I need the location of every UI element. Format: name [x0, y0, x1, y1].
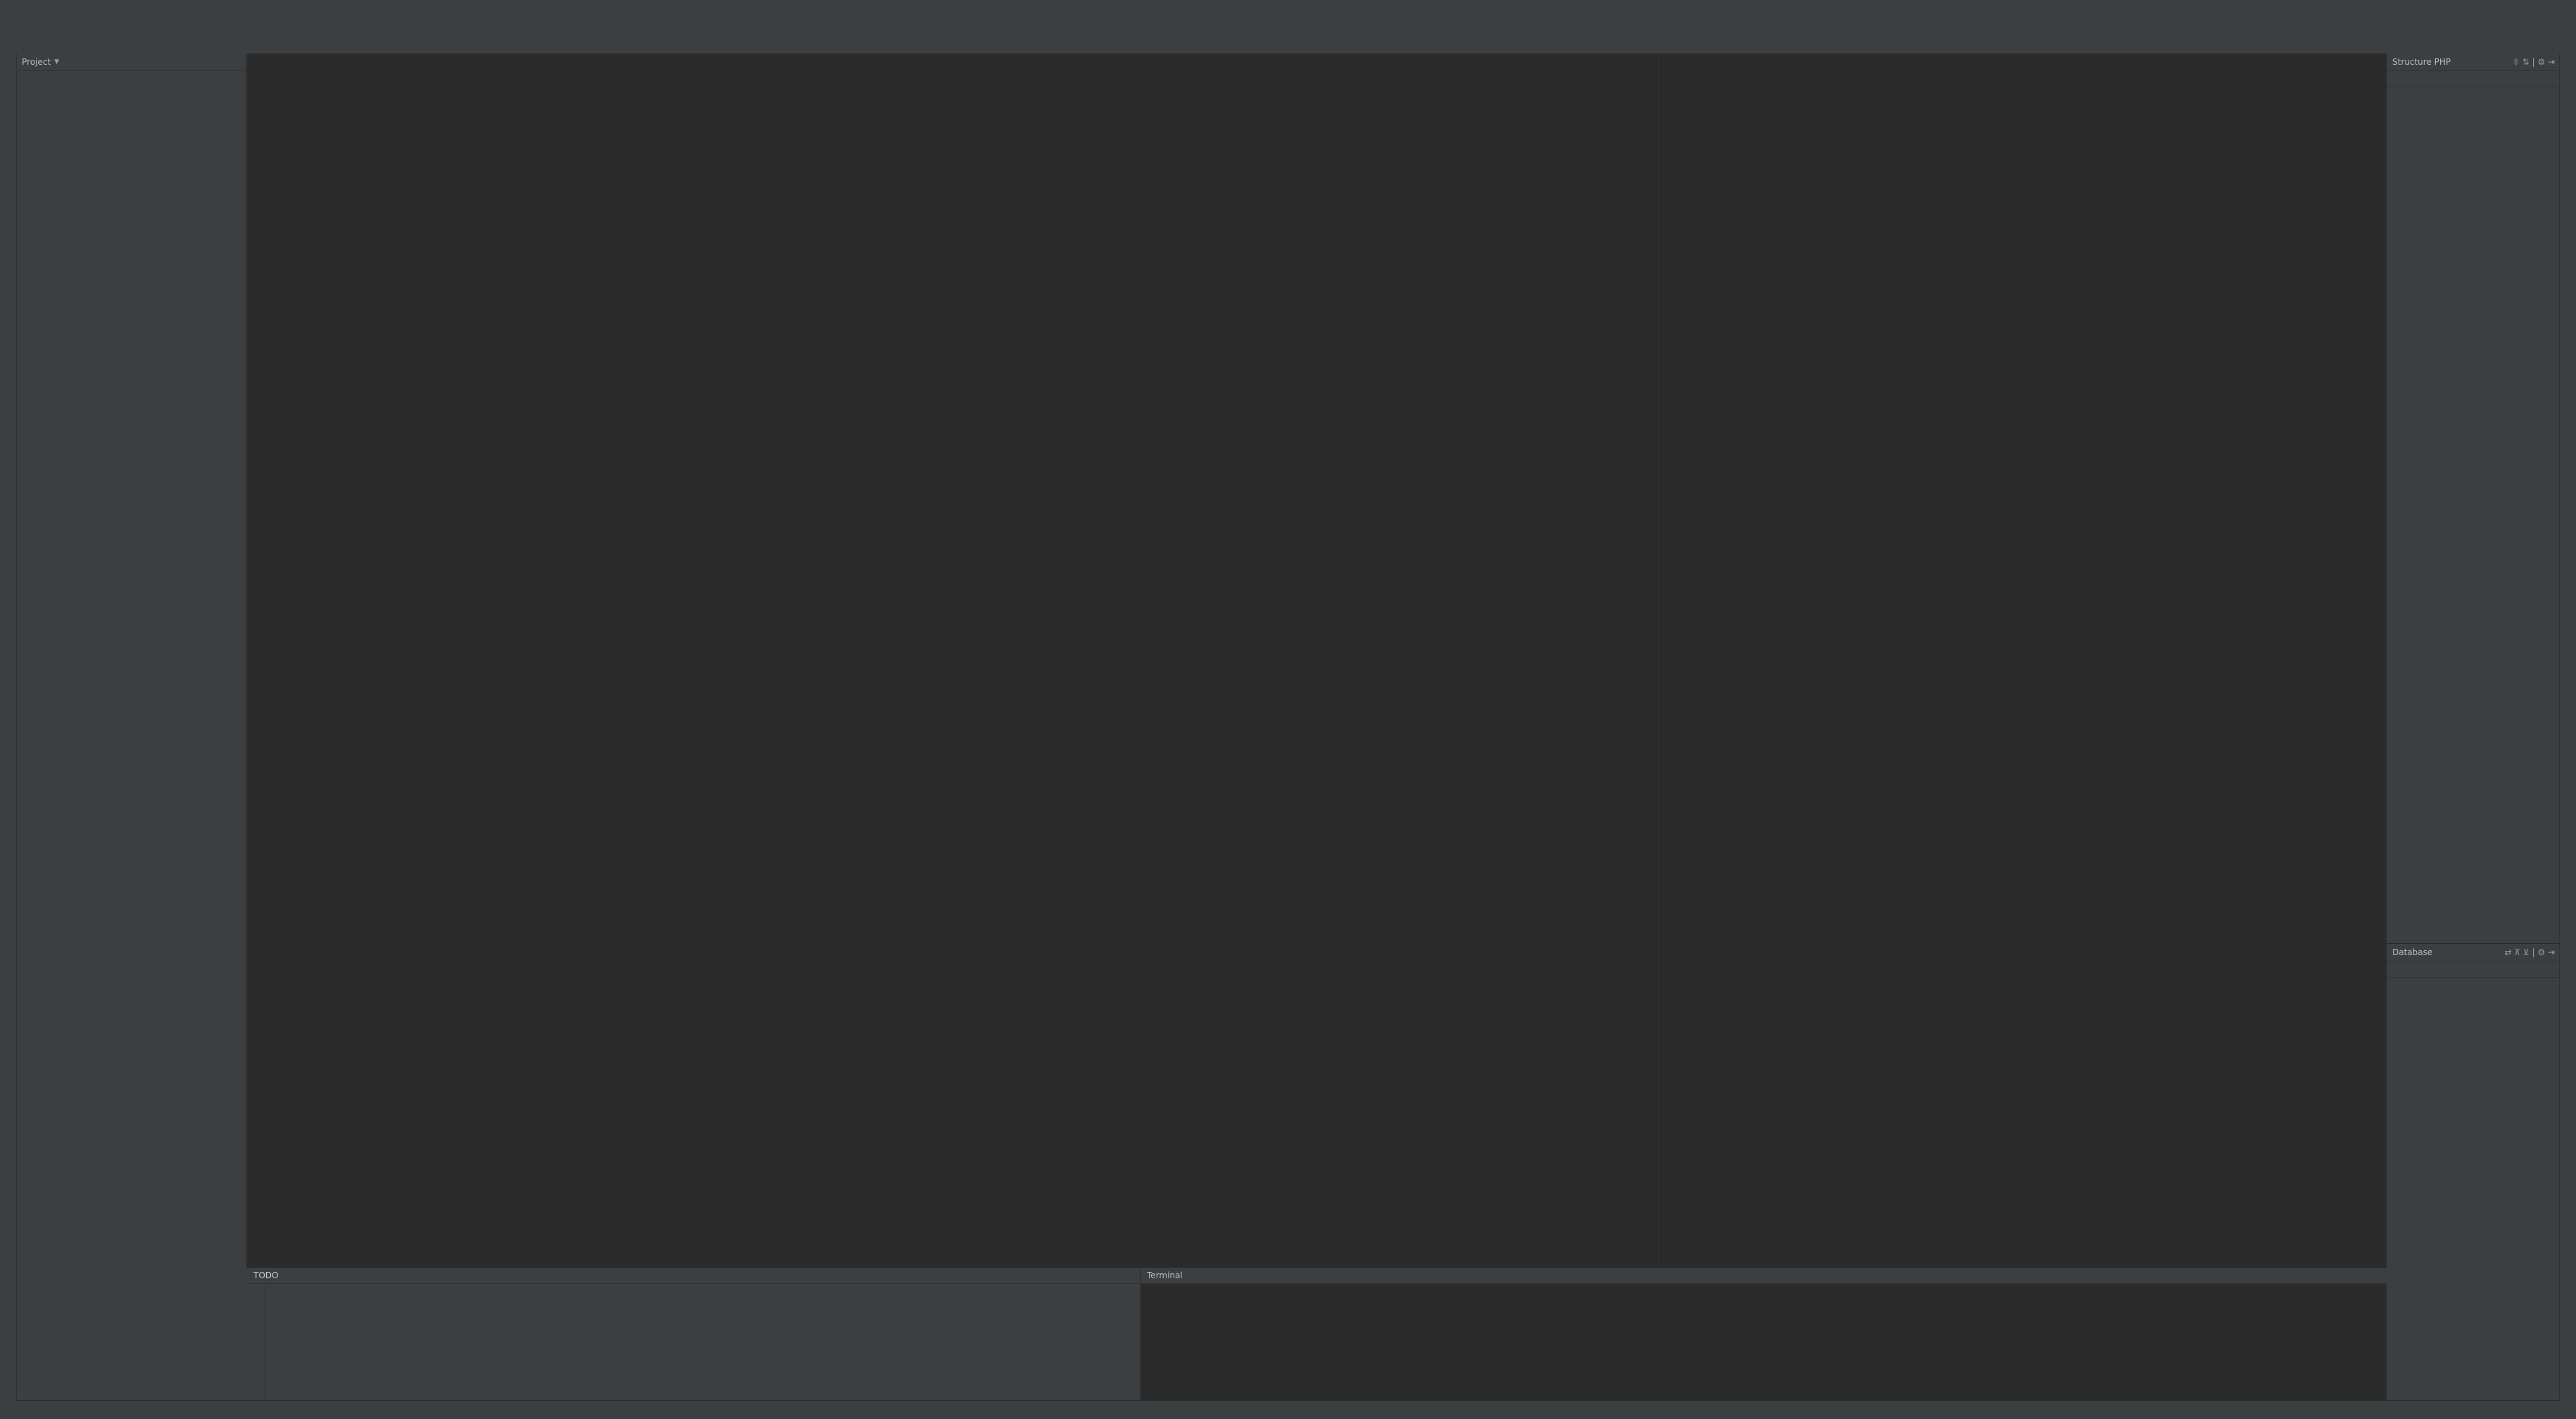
left-tool-window-stripe	[0, 53, 17, 1401]
menu-bar	[0, 0, 2576, 16]
chevron-down-icon[interactable]: ▼	[54, 58, 59, 65]
breadcrumb	[0, 37, 2576, 54]
structure-panel-title: Structure PHP	[2392, 57, 2451, 67]
database-panel-title: Database	[2392, 947, 2432, 957]
terminal-title: Terminal	[1147, 1270, 1183, 1280]
todo-panel-title: TODO	[246, 1270, 285, 1280]
terminal-panel: Terminal	[1141, 1267, 2387, 1401]
structure-panel-header-icons[interactable]: ⇳ ⇅ | ⚙ ⇥	[2513, 57, 2555, 67]
structure-panel: Structure PHP ⇳ ⇅ | ⚙ ⇥	[2386, 53, 2561, 943]
editor-right	[1661, 53, 2387, 1267]
todo-panel: TODO	[246, 1267, 1141, 1401]
project-panel: Project ▼	[16, 53, 247, 1401]
bottom-status-bar	[0, 1400, 2576, 1419]
editor-middle	[899, 53, 1661, 1267]
main-toolbar	[0, 15, 2576, 37]
right-tool-window-stripe	[2559, 53, 2576, 1401]
database-panel-header-icons[interactable]: ⇄ ⊼ ⊻ | ⚙ ⇥	[2504, 947, 2555, 957]
editor-left	[246, 53, 899, 1267]
terminal-output[interactable]	[1141, 1284, 2387, 1292]
phpstorm-ide-window: Project ▼ Structure PHP ⇳ ⇅ | ⚙ ⇥ Databa…	[0, 0, 2576, 1419]
database-panel: Database ⇄ ⊼ ⊻ | ⚙ ⇥	[2386, 943, 2561, 1401]
project-panel-title: Project	[22, 57, 51, 67]
